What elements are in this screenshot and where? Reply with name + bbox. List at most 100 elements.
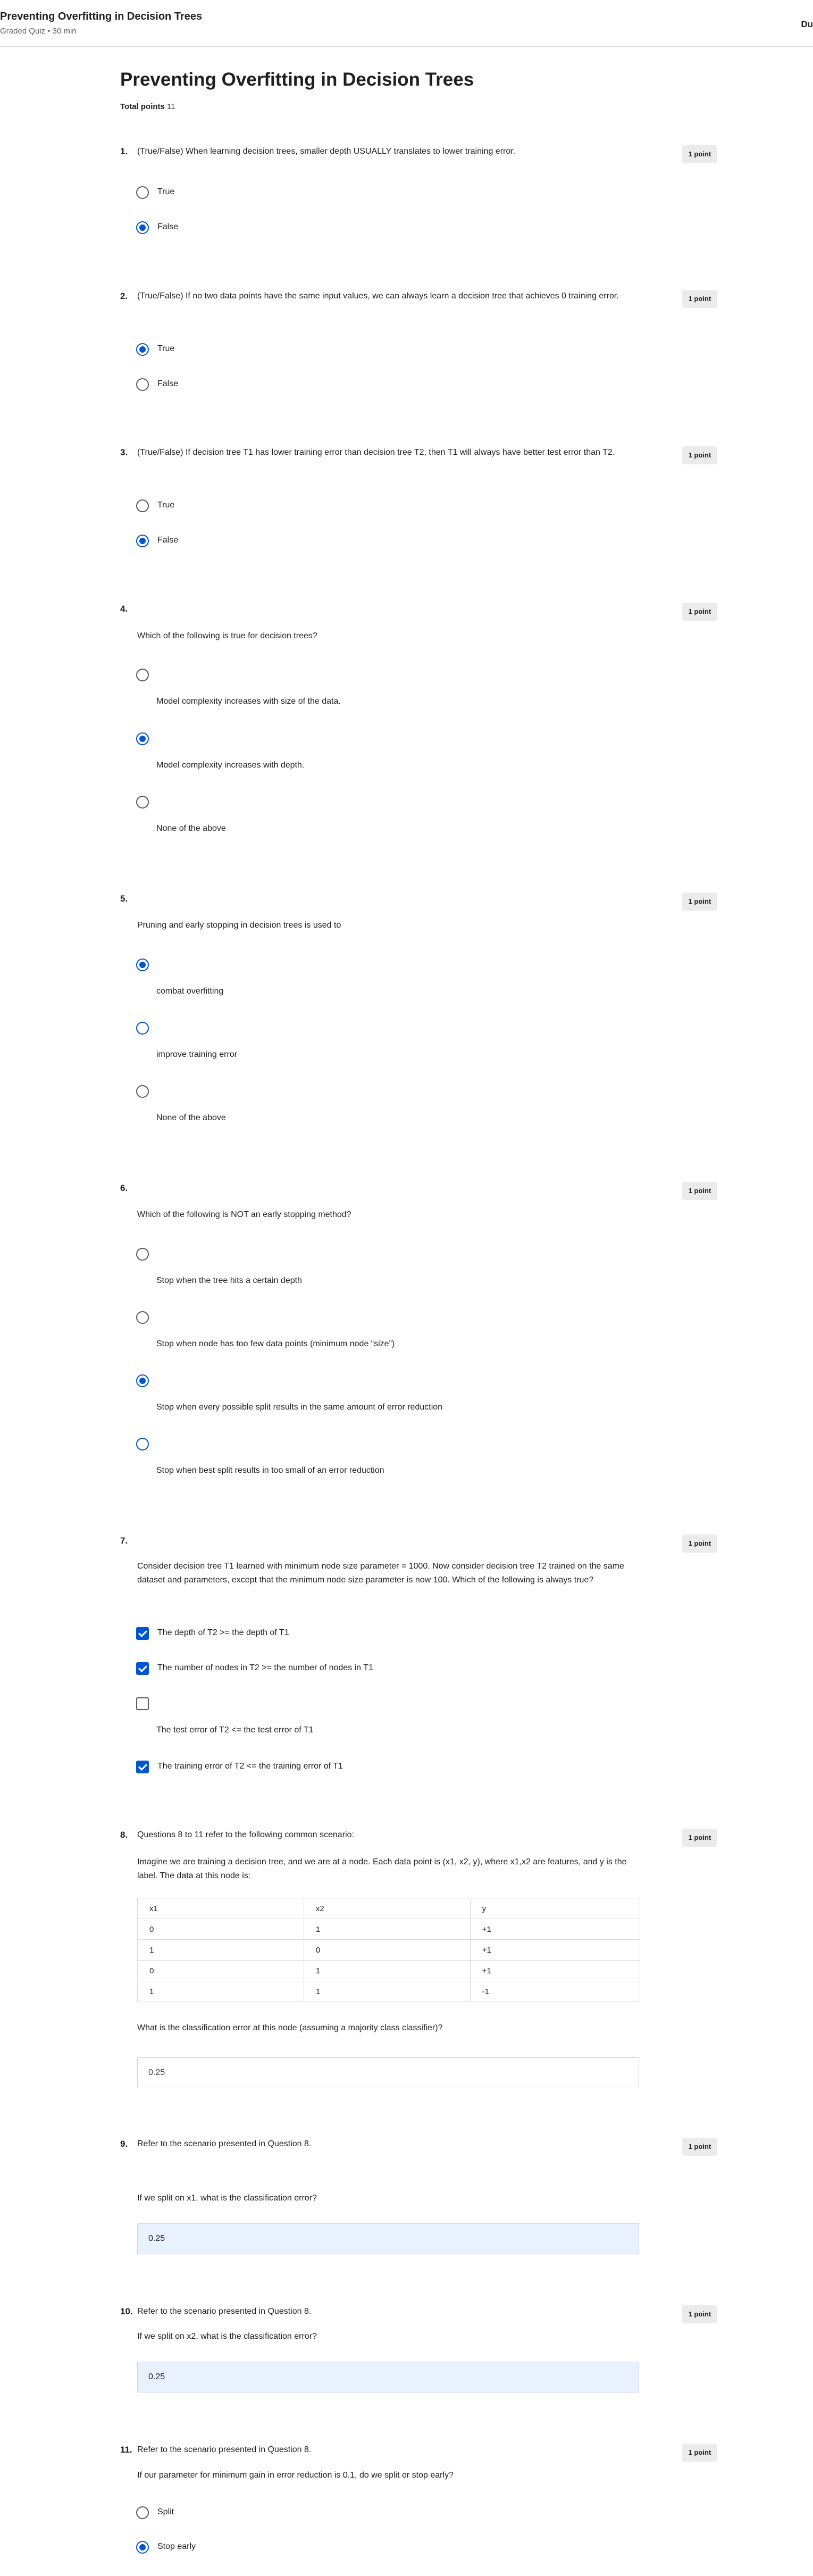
table-cell: 1 [137, 1981, 304, 2002]
page-title: Preventing Overfitting in Decision Trees [120, 69, 474, 90]
points-badge: 1 point [682, 446, 717, 464]
table-cell: 1 [303, 1960, 471, 1981]
table-cell: +1 [470, 1919, 641, 1940]
option-label[interactable]: Stop early [157, 2542, 196, 2552]
table-cell: 0 [137, 1960, 304, 1981]
points-badge: 1 point [682, 2444, 717, 2462]
table-row: 0 1 +1 [137, 1919, 641, 1940]
checkbox-option-3[interactable] [136, 1697, 149, 1710]
radio-option-1[interactable] [136, 669, 149, 681]
radio-option-4[interactable] [136, 1438, 149, 1450]
total-points-value: 11 [166, 102, 175, 111]
option-label[interactable]: False [157, 222, 178, 232]
radio-option-1[interactable] [136, 1248, 149, 1261]
option-label[interactable]: True [157, 344, 174, 354]
table-row: 0 1 +1 [137, 1960, 641, 1981]
points-badge: 1 point [682, 1182, 717, 1200]
option-label[interactable]: False [157, 379, 178, 389]
points-badge: 1 point [682, 603, 717, 621]
answer-input[interactable]: 0.25 [137, 2362, 639, 2392]
table-header-row: x1 x2 y [137, 1898, 641, 1919]
table-cell: 0 [137, 1919, 304, 1940]
table-row: 1 0 +1 [137, 1939, 641, 1961]
question-number: 5. [120, 894, 128, 904]
points-badge: 1 point [682, 2138, 717, 2156]
question-number: 11. [120, 2445, 132, 2455]
table-cell: +1 [470, 1960, 641, 1981]
question-text: (True/False) If no two data points have … [137, 291, 619, 301]
question-prompt: If we split on x1, what is the classific… [137, 2194, 317, 2203]
due-label: Du [801, 19, 813, 29]
table-cell: 1 [303, 1919, 471, 1940]
question-number: 1. [120, 146, 128, 156]
option-label[interactable]: combat overfitting [156, 987, 223, 996]
radio-option-2[interactable] [136, 1022, 149, 1035]
question-text: (True/False) When learning decision tree… [137, 147, 516, 156]
question-text: Questions 8 to 11 refer to the following… [137, 1830, 354, 1839]
option-label[interactable]: The depth of T2 >= the depth of T1 [157, 1628, 289, 1638]
radio-true[interactable] [136, 186, 149, 199]
data-table: x1 x2 y 0 1 +1 1 0 +1 0 1 +1 1 1 -1 [137, 1898, 641, 2002]
option-label[interactable]: Model complexity increases with size of … [156, 697, 341, 706]
option-label[interactable]: improve training error [156, 1050, 237, 1060]
column-header: x1 [137, 1898, 304, 1919]
radio-option-3[interactable] [136, 796, 149, 808]
column-header: y [470, 1898, 641, 1919]
question-prompt: If we split on x2, what is the classific… [137, 2332, 317, 2341]
checkbox-option-2[interactable] [136, 1662, 149, 1675]
option-label[interactable]: The test error of T2 <= the test error o… [156, 1725, 314, 1735]
answer-input[interactable]: 0.25 [137, 2057, 639, 2088]
question-number: 7. [120, 1536, 128, 1546]
radio-stop-early[interactable] [136, 2541, 149, 2554]
option-label[interactable]: The training error of T2 <= the training… [157, 1762, 343, 1771]
option-label[interactable]: False [157, 536, 178, 545]
checkbox-option-1[interactable] [136, 1627, 149, 1640]
answer-input[interactable]: 0.25 [137, 2223, 639, 2254]
question-text: Refer to the scenario presented in Quest… [137, 2307, 312, 2316]
quiz-header-meta: Graded Quiz • 30 min [0, 27, 77, 36]
radio-false[interactable] [136, 535, 149, 547]
points-badge: 1 point [682, 290, 717, 308]
option-label[interactable]: Split [157, 2507, 174, 2517]
option-label[interactable]: None of the above [156, 1113, 226, 1123]
points-badge: 1 point [682, 2305, 717, 2323]
quiz-header-title: Preventing Overfitting in Decision Trees [0, 11, 203, 22]
option-label[interactable]: True [157, 501, 174, 510]
question-number: 6. [120, 1183, 128, 1193]
checkbox-option-4[interactable] [136, 1761, 149, 1773]
question-prompt: If our parameter for minimum gain in err… [137, 2471, 454, 2480]
question-prompt: What is the classification error at this… [137, 2023, 443, 2032]
radio-option-1[interactable] [136, 958, 149, 971]
radio-false[interactable] [136, 221, 149, 234]
option-label[interactable]: True [157, 187, 174, 197]
radio-true[interactable] [136, 343, 149, 356]
radio-false[interactable] [136, 378, 149, 391]
question-number: 3. [120, 447, 128, 457]
total-points: Total points 11 [120, 102, 175, 111]
points-badge: 1 point [682, 893, 717, 911]
radio-split[interactable] [136, 2506, 149, 2519]
question-text: Which of the following is true for decis… [137, 631, 317, 640]
table-cell: 1 [137, 1939, 304, 1961]
question-text: Consider decision tree T1 learned with m… [137, 1562, 624, 1585]
option-label[interactable]: Stop when the tree hits a certain depth [156, 1276, 302, 1286]
question-number: 4. [120, 604, 128, 614]
radio-option-3[interactable] [136, 1374, 149, 1387]
option-label[interactable]: Stop when best split results in too smal… [156, 1466, 384, 1475]
points-badge: 1 point [682, 1829, 717, 1847]
question-number: 2. [120, 291, 128, 301]
option-label[interactable]: Model complexity increases with depth. [156, 761, 304, 770]
option-label[interactable]: None of the above [156, 824, 226, 833]
radio-option-2[interactable] [136, 1311, 149, 1324]
option-label[interactable]: The number of nodes in T2 >= the number … [157, 1663, 373, 1673]
option-label[interactable]: Stop when node has too few data points (… [156, 1339, 395, 1349]
option-label[interactable]: Stop when every possible split results i… [156, 1403, 442, 1412]
question-text: Pruning and early stopping in decision t… [137, 921, 341, 930]
radio-true[interactable] [136, 499, 149, 512]
question-text: Refer to the scenario presented in Quest… [137, 2445, 312, 2454]
question-text: (True/False) If decision tree T1 has low… [137, 448, 615, 457]
top-bar: Preventing Overfitting in Decision Trees… [0, 0, 813, 47]
total-points-label: Total points [120, 102, 165, 111]
radio-option-3[interactable] [136, 1085, 149, 1098]
radio-option-2[interactable] [136, 732, 149, 745]
